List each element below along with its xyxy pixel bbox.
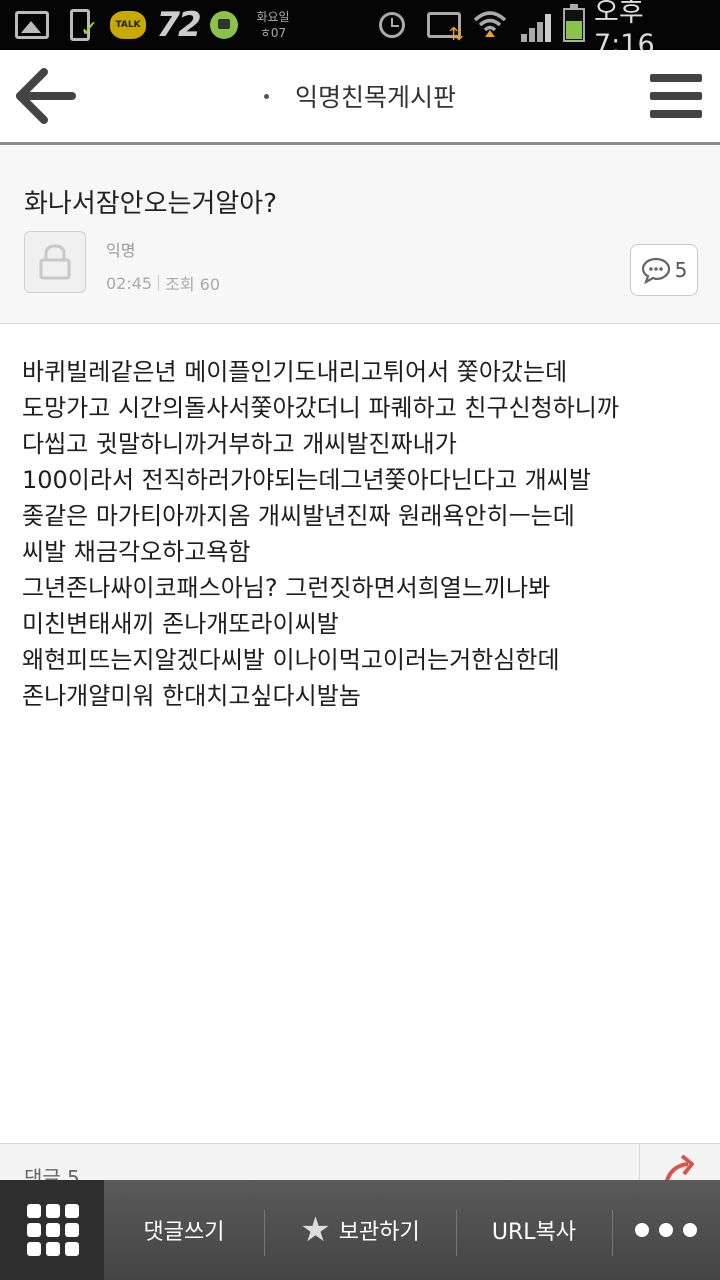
page-title: 익명친목게시판 <box>0 50 720 142</box>
status-time: 오후 7:16 <box>594 0 655 50</box>
comment-count-button[interactable]: 5 <box>630 244 698 296</box>
image-icon <box>12 0 52 50</box>
day-label: 화요일 <box>256 10 290 24</box>
alarm-icon <box>372 0 412 50</box>
grid-icon <box>27 1204 79 1256</box>
post-meta: 02:45 조회 60 <box>106 271 220 295</box>
share-button[interactable] <box>639 1144 720 1184</box>
bottom-toolbar: 댓글쓰기 ★ 보관하기 URL복사 <box>0 1180 720 1280</box>
lock-icon <box>206 0 242 50</box>
body-line: 좆같은 마가티아까지옴 개씨발년진짜 원래욕안히ㅡ는데 <box>22 502 575 530</box>
post-time: 02:45 <box>106 273 153 293</box>
post-header: 화나서잠안오는거알아? 익명 02:45 조회 60 5 <box>0 145 720 324</box>
avatar <box>24 231 86 293</box>
body-line: 왜현피뜨는지알겠다씨발 이나이먹고이러는거한심한데 <box>22 646 560 674</box>
temperature-indicator: 72 <box>156 5 201 45</box>
body-line: 100이라서 전직하러가야되는데그년쫓아다닌다고 개씨발 <box>22 466 591 494</box>
anonymous-lock-icon <box>39 244 71 280</box>
save-label: 보관하기 <box>338 1220 420 1245</box>
view-count: 조회 60 <box>165 275 220 294</box>
post-body: 바퀴빌레같은년 메이플인기도내리고튀어서 쫓아갔는데 도망가고 시간의돌사서쫓아… <box>22 354 702 714</box>
kakaotalk-icon: TALK <box>108 0 148 50</box>
date-label: ㅎ07 <box>259 26 287 40</box>
signal-icon <box>518 0 556 50</box>
apps-grid-button[interactable] <box>0 1180 104 1280</box>
author-name: 익명 <box>106 241 136 260</box>
phone-check-icon: ✓ <box>60 0 100 50</box>
speech-bubble-icon <box>641 257 670 284</box>
save-button[interactable]: ★ 보관하기 <box>264 1180 456 1280</box>
battery-icon <box>560 0 588 50</box>
post-title: 화나서잠안오는거알아? <box>24 189 278 219</box>
more-dots-icon <box>630 1218 702 1243</box>
menu-button[interactable] <box>650 74 702 118</box>
star-icon: ★ <box>300 1210 331 1250</box>
write-comment-label: 댓글쓰기 <box>143 1220 225 1245</box>
app-header: 익명친목게시판 <box>0 50 720 145</box>
comment-section-header[interactable]: 댓글 5 <box>0 1143 720 1184</box>
body-line: 그년존나싸이코패스아님? 그런짓하면서희열느끼나봐 <box>22 574 551 602</box>
copy-url-button[interactable]: URL복사 <box>456 1180 612 1280</box>
status-bar: ✓ TALK 72 화요일 ㅎ07 오후 7:16 <box>0 0 720 50</box>
body-line: 바퀴빌레같은년 메이플인기도내리고튀어서 쫓아갔는데 <box>22 358 568 386</box>
wifi-icon <box>470 0 510 50</box>
write-comment-button[interactable]: 댓글쓰기 <box>104 1180 264 1280</box>
hamburger-menu-icon <box>650 74 702 118</box>
sync-icon <box>422 0 466 50</box>
page-title-text: 익명친목게시판 <box>294 83 456 112</box>
more-button[interactable] <box>612 1180 720 1280</box>
share-arrow-icon <box>664 1154 694 1184</box>
comment-count: 5 <box>674 258 688 282</box>
date-indicator: 화요일 ㅎ07 <box>250 0 296 50</box>
body-line: 도망가고 시간의돌사서쫓아갔더니 파퀘하고 친구신청하니까 <box>22 394 619 422</box>
copy-url-label: URL복사 <box>491 1220 577 1245</box>
body-line: 씨발 채금각오하고욕함 <box>22 538 251 566</box>
body-line: 다씹고 귓말하니까거부하고 개씨발진짜내가 <box>22 430 457 458</box>
body-line: 존나개얄미워 한대치고싶다시발놈 <box>22 682 361 710</box>
body-line: 미친변태새끼 존나개또라이씨발 <box>22 610 339 638</box>
